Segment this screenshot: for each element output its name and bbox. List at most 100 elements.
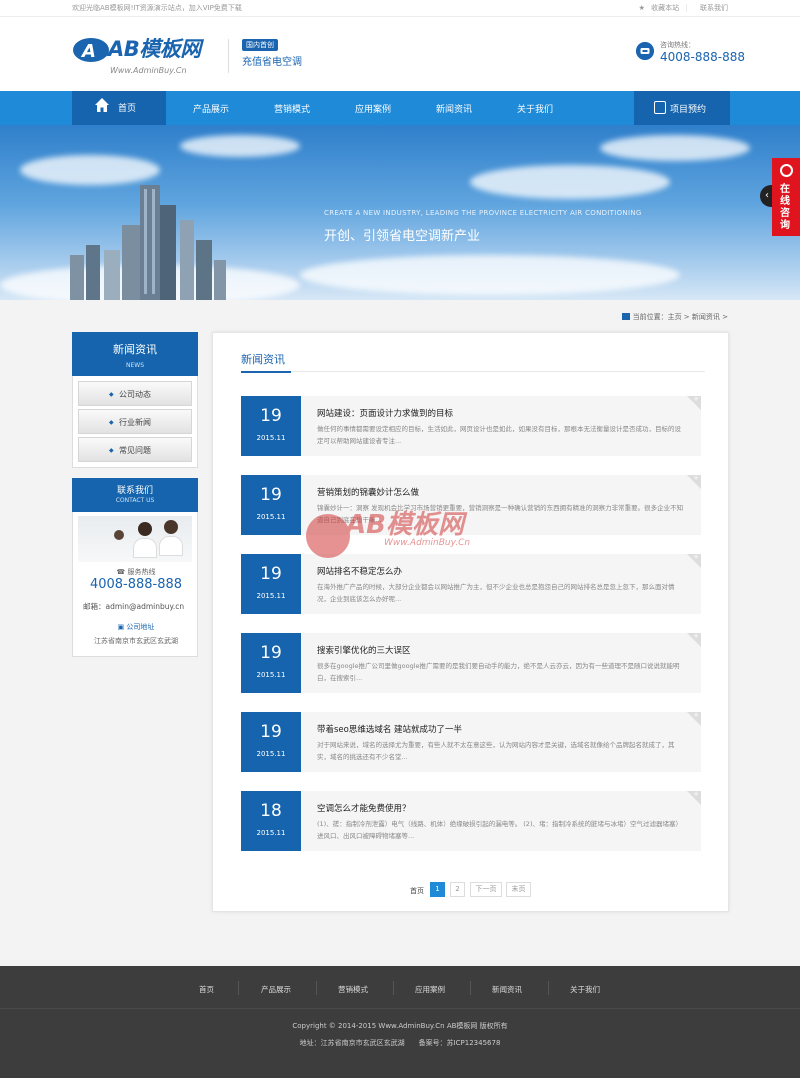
nav-item-products[interactable]: 产品展示 (193, 102, 229, 115)
news-item[interactable]: 19 2015.11 网站建设：页面设计力求做到的目标 做任何的事情都需要设定相… (241, 395, 701, 456)
news-description: 对于网站来说，域名的选择尤为重要，有些人就不太在意这些，认为网站内容才是关键，选… (317, 741, 675, 761)
contact-subtitle: CONTACT US (115, 497, 155, 504)
news-title[interactable]: 带着seo思维选域名 建站就成功了一半 (317, 723, 462, 735)
logo-mark-icon: A (73, 38, 109, 62)
news-day: 19 (260, 406, 282, 426)
hotline-label: 咨询热线： (660, 41, 695, 49)
breadcrumb-current[interactable]: 新闻资讯 (692, 313, 720, 321)
news-title[interactable]: 营销策划的锦囊妙计怎么做 (317, 486, 419, 498)
breadcrumb-prefix: 当前位置： (632, 313, 668, 321)
footer-address: 地址：江苏省南京市玄武区玄武湖 备案号：苏ICP12345678 (299, 1039, 501, 1047)
news-month: 2015.11 (256, 829, 286, 837)
sidebar-item-industry-news[interactable]: ◆ 行业新闻 (78, 409, 192, 434)
watermark: AB模板网 Www.AdminBuy.Cn (306, 500, 496, 580)
home-icon (621, 313, 630, 320)
footer-copyright: Copyright © 2014-2015 Www.AdminBuy.Cn AB… (292, 1022, 508, 1030)
sidebar-item-company-news[interactable]: ◆ 公司动态 (78, 381, 192, 406)
news-title[interactable]: 网站建设：页面设计力求做到的目标 (317, 407, 453, 419)
phone-icon (636, 42, 654, 60)
news-date: 19 2015.11 (241, 633, 301, 693)
cs-head (114, 530, 124, 540)
news-month: 2015.11 (256, 434, 286, 442)
nav-home[interactable]: 首页 (72, 91, 166, 125)
news-date: 19 2015.11 (241, 554, 301, 614)
address-text: 江苏省南京市玄武区玄武湖 (94, 637, 178, 645)
title-underline-highlight (241, 371, 291, 373)
footer-divider (238, 981, 239, 995)
cloud (600, 135, 750, 161)
news-item[interactable]: 18 2015.11 空调怎么才能免费使用？ (1)、搓：指制冷剂泄露）电气（线… (241, 790, 701, 851)
cloud (300, 255, 680, 295)
top-links: ★ 收藏本站 | 联系我们 (635, 3, 728, 13)
contact-title: 联系我们 (116, 486, 153, 496)
nav-item-news[interactable]: 新闻资讯 (436, 102, 472, 115)
news-item[interactable]: 19 2015.11 搜索引擎优化的三大误区 很多在google推广公司里做go… (241, 632, 701, 693)
chat-icon (780, 164, 793, 177)
svg-text:A: A (80, 41, 96, 62)
pager-last[interactable]: 末页 (506, 882, 531, 897)
news-title[interactable]: 搜索引擎优化的三大误区 (317, 644, 411, 656)
footer-nav-marketing[interactable]: 营销模式 (338, 984, 368, 995)
sidebar-contact-header: 联系我们 CONTACT US (72, 478, 198, 512)
nav-booking[interactable]: 项目预约 (634, 91, 730, 125)
online-consult-button[interactable]: 在线咨询 (772, 158, 800, 236)
footer-divider (316, 981, 317, 995)
header-divider (228, 39, 229, 73)
plus-icon: + (693, 474, 699, 482)
nav-item-cases[interactable]: 应用案例 (355, 102, 391, 115)
pager-page-1[interactable]: 1 (430, 882, 445, 897)
sidebar-subtitle: NEWS (125, 362, 145, 369)
news-description: 做任何的事情都需要设定相应的目标，生活如此，网页设计也是如此，如果没有目标，那根… (317, 425, 681, 445)
footer-divider (548, 981, 549, 995)
news-description: (1)、搓：指制冷剂泄露）电气（线路、机体）绝缘破损引起的漏电等。 (2)、堵：… (317, 820, 682, 840)
plus-icon: + (693, 790, 699, 798)
news-content-panel: 新闻资讯 19 2015.11 网站建设：页面设计力求做到的目标 做任何的事情都… (212, 332, 729, 912)
city-skyline-image (70, 185, 226, 300)
footer-nav-about[interactable]: 关于我们 (570, 984, 600, 995)
top-bar: 欢迎光临AB模板网!IT资源演示站点，加入VIP免费下载 ★ 收藏本站 | 联系… (0, 0, 800, 17)
sidebar-contact-box: ☎ 服务热线 4008-888-888 邮箱：admin@adminbuy.cn… (72, 512, 198, 657)
plus-icon: + (693, 553, 699, 561)
watermark-text: AB模板网 (346, 510, 464, 540)
service-label-text: 服务热线 (127, 568, 156, 576)
bookmark-link[interactable]: 收藏本站 (651, 4, 679, 12)
nav-item-about[interactable]: 关于我们 (517, 102, 553, 115)
address-label-text: 公司地址 (126, 623, 155, 631)
footer-nav-cases[interactable]: 应用案例 (415, 984, 445, 995)
footer-line (0, 1008, 800, 1009)
cs-body (159, 536, 183, 556)
news-month: 2015.11 (256, 671, 286, 679)
contact-link[interactable]: 联系我们 (700, 4, 728, 12)
divider: | (685, 4, 688, 12)
plus-icon: + (693, 395, 699, 403)
footer-nav-news[interactable]: 新闻资讯 (492, 984, 522, 995)
star-icon: ★ (638, 4, 645, 12)
banner-subtitle: CREATE A NEW INDUSTRY, LEADING THE PROVI… (324, 209, 642, 217)
welcome-text: 欢迎光临AB模板网!IT资源演示站点，加入VIP免费下载 (72, 4, 242, 12)
footer-nav-products[interactable]: 产品展示 (261, 984, 291, 995)
news-date: 18 2015.11 (241, 791, 301, 851)
news-title[interactable]: 空调怎么才能免费使用？ (317, 802, 411, 814)
cs-head (164, 520, 178, 534)
service-hotline-number: 4008-888-888 (89, 577, 183, 592)
content-title: 新闻资讯 (241, 353, 285, 366)
news-item[interactable]: 19 2015.11 带着seo思维选域名 建站就成功了一半 对于网站来说，域名… (241, 711, 701, 772)
cloud (470, 165, 670, 199)
sidebar-item-label: 行业新闻 (119, 418, 151, 427)
footer-nav-home[interactable]: 首页 (199, 984, 214, 995)
pager-page-2[interactable]: 2 (450, 882, 465, 897)
watermark-url: Www.AdminBuy.Cn (384, 538, 471, 548)
nav-item-marketing[interactable]: 营销模式 (274, 102, 310, 115)
banner-title: 开创、引领省电空调新产业 (324, 229, 481, 244)
logo[interactable]: A AB模板网 Www.AdminBuy.Cn (72, 33, 202, 77)
watermark-logo-icon (306, 514, 350, 558)
cloud (180, 135, 300, 157)
nav-booking-label: 项目预约 (670, 105, 707, 115)
cs-body (133, 538, 157, 558)
pager-first[interactable]: 首页 (410, 886, 424, 896)
sidebar-item-faq[interactable]: ◆ 常见问题 (78, 437, 192, 462)
pager-next[interactable]: 下一页 (470, 882, 502, 897)
news-date: 19 2015.11 (241, 712, 301, 772)
bullet-icon: ◆ (109, 391, 114, 398)
breadcrumb-home[interactable]: 主页 (668, 313, 682, 321)
